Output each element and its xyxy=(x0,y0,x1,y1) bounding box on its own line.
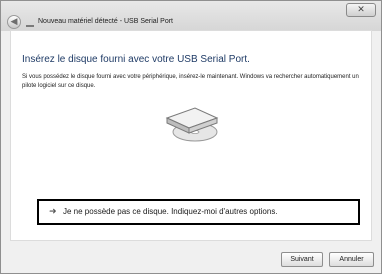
cd-drive-icon xyxy=(165,107,219,142)
cancel-button[interactable]: Annuler xyxy=(329,252,374,267)
window-title: Nouveau matériel détecté - USB Serial Po… xyxy=(38,18,174,25)
content-panel: Insérez le disque fourni avec votre USB … xyxy=(10,30,372,241)
title-bar: ◀ Nouveau matériel détecté - USB Serial … xyxy=(1,1,381,31)
back-button[interactable]: ◀ xyxy=(7,15,21,29)
close-button[interactable]: ✕ xyxy=(346,3,376,17)
hardware-icon xyxy=(26,19,34,27)
no-disc-option-label: Je ne possède pas ce disque. Indiquez-mo… xyxy=(63,207,278,216)
no-disc-option[interactable]: ➜ Je ne possède pas ce disque. Indiquez-… xyxy=(37,199,360,225)
page-heading: Insérez le disque fourni avec votre USB … xyxy=(22,54,250,65)
arrow-right-icon: ➜ xyxy=(49,207,57,217)
wizard-window: ◀ Nouveau matériel détecté - USB Serial … xyxy=(0,0,382,274)
page-description: Si vous possédez le disque fourni avec v… xyxy=(22,74,359,89)
next-button[interactable]: Suivant xyxy=(281,252,323,267)
